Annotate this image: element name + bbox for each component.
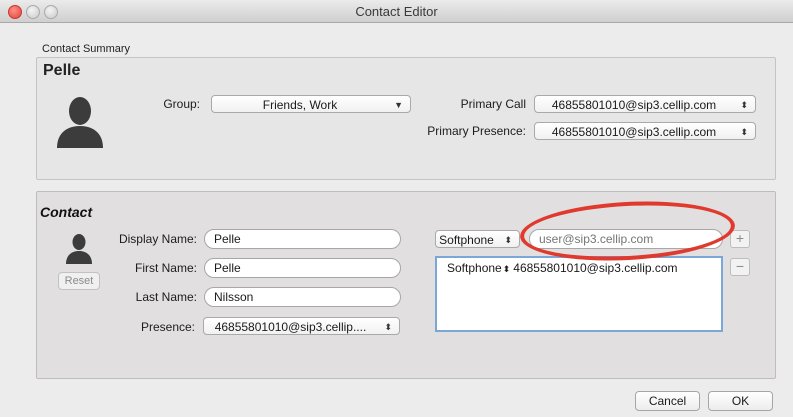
address-type-value: Softphone [439, 233, 494, 247]
address-list-item[interactable]: Softphone⬍ 46855801010@sip3.cellip.com [447, 261, 721, 279]
address-item-type: Softphone [447, 261, 502, 275]
cancel-button[interactable]: Cancel [635, 391, 700, 411]
stepper-arrows-icon: ⬍ [740, 100, 748, 110]
last-name-label: Last Name: [135, 290, 197, 304]
contact-section-label: Contact [40, 204, 93, 220]
stepper-arrows-icon: ⬍ [740, 127, 748, 137]
add-address-button[interactable]: + [730, 230, 750, 248]
group-value: Friends, Work [262, 98, 338, 112]
window-title: Contact Editor [355, 4, 438, 19]
presence-value: 46855801010@sip3.cellip.... [214, 320, 367, 334]
ok-button[interactable]: OK [708, 391, 773, 411]
summary-contact-name: Pelle [43, 62, 81, 79]
stepper-arrows-icon: ⬍ [384, 322, 392, 332]
primary-call-label: Primary Call [460, 97, 526, 111]
title-bar: Contact Editor [0, 0, 793, 23]
address-type-popup[interactable]: Softphone ⬍ [435, 230, 520, 248]
reset-photo-button[interactable]: Reset [58, 272, 100, 290]
contact-photo-icon [66, 234, 92, 264]
primary-presence-label: Primary Presence: [427, 124, 526, 138]
display-name-label: Display Name: [118, 232, 197, 246]
contact-avatar-icon [57, 97, 103, 148]
group-label: Group: [163, 97, 200, 111]
contact-editor-window: Contact Editor Contact Summary Pelle Gro… [0, 0, 793, 417]
group-popup[interactable]: Friends, Work ▼ [211, 95, 411, 113]
stepper-arrows-icon: ⬍ [504, 235, 512, 245]
first-name-field[interactable]: Pelle [204, 258, 401, 278]
stepper-arrows-icon: ⬍ [502, 264, 511, 274]
primary-call-value: 46855801010@sip3.cellip.com [551, 98, 717, 112]
primary-presence-value: 46855801010@sip3.cellip.com [551, 125, 717, 139]
primary-call-popup[interactable]: 46855801010@sip3.cellip.com ⬍ [534, 95, 756, 113]
display-name-field[interactable]: Pelle [204, 229, 401, 249]
summary-panel [36, 57, 776, 180]
summary-section-label: Contact Summary [42, 43, 131, 55]
presence-popup[interactable]: 46855801010@sip3.cellip.... ⬍ [203, 317, 400, 335]
last-name-field[interactable]: Nilsson [204, 287, 401, 307]
primary-presence-popup[interactable]: 46855801010@sip3.cellip.com ⬍ [534, 122, 756, 140]
address-item-value: 46855801010@sip3.cellip.com [513, 261, 678, 275]
remove-address-button[interactable]: − [730, 258, 750, 276]
new-address-input[interactable] [529, 229, 723, 249]
first-name-label: First Name: [134, 261, 197, 275]
dropdown-arrow-icon: ▼ [394, 100, 403, 110]
presence-label: Presence: [140, 320, 195, 334]
address-list[interactable]: Softphone⬍ 46855801010@sip3.cellip.com [435, 256, 723, 332]
